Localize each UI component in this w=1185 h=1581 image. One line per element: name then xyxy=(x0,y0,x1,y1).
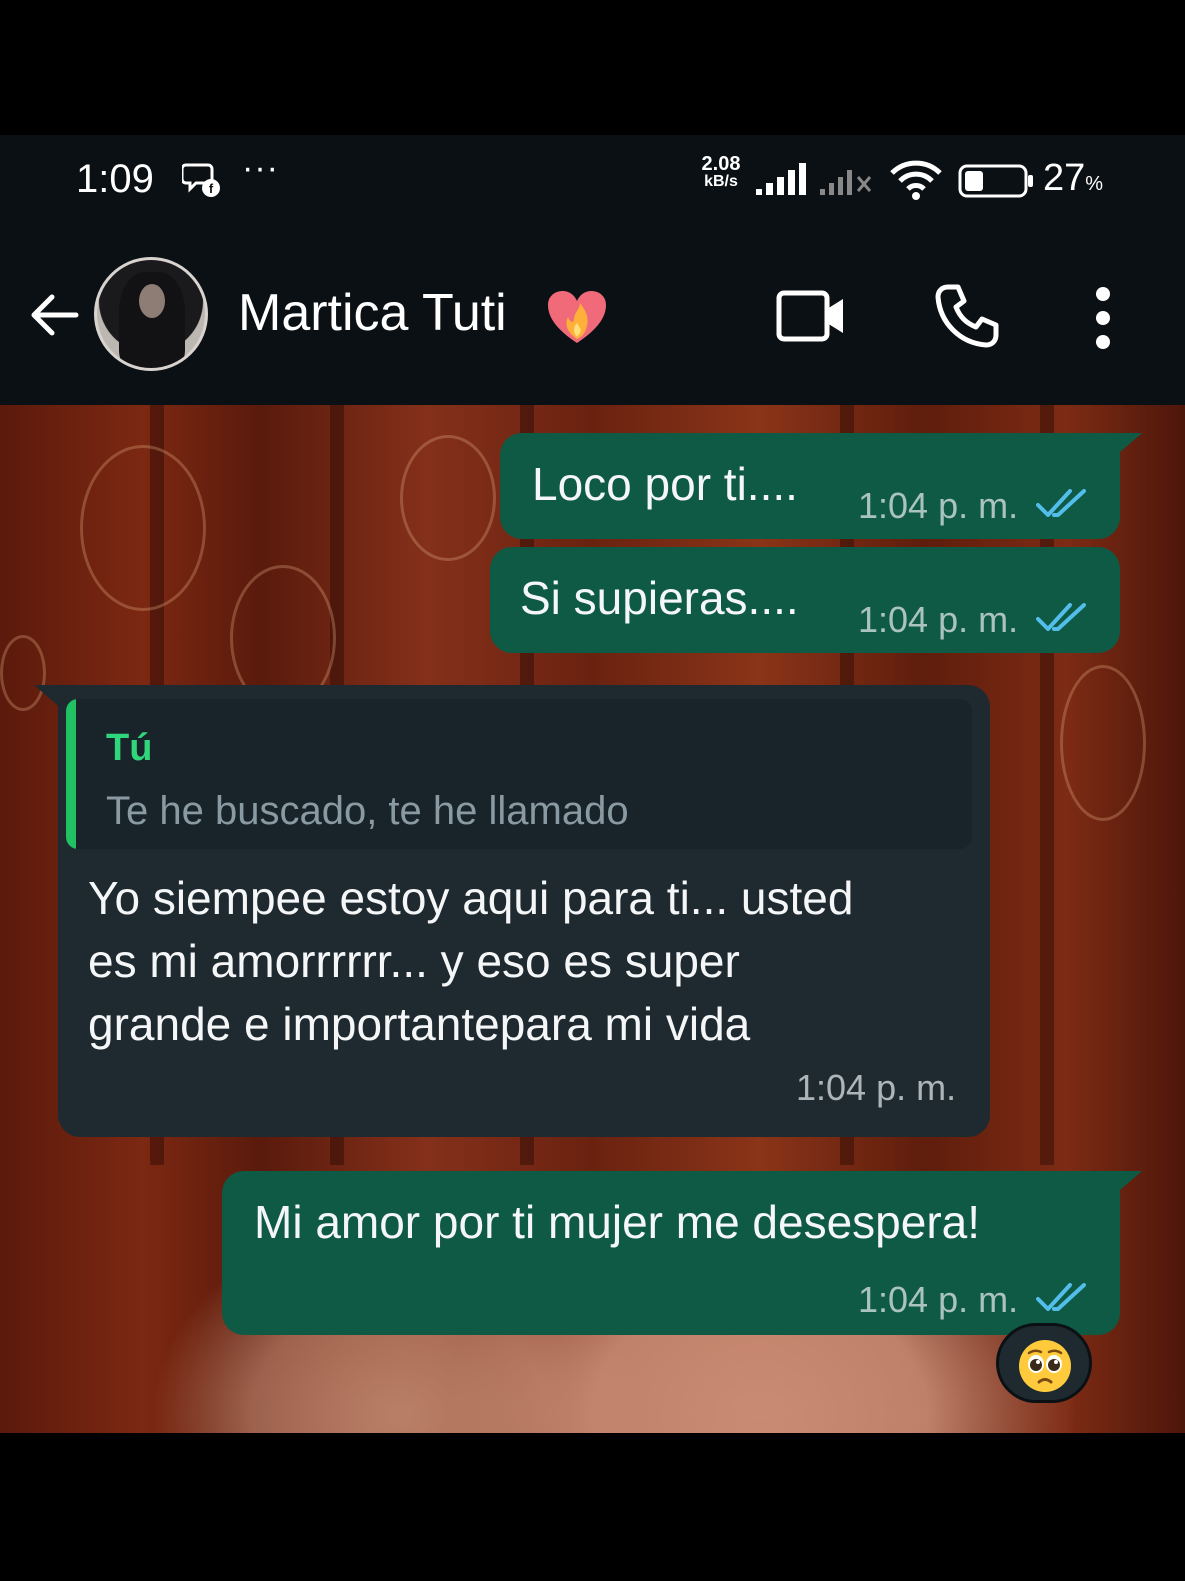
wifi-icon xyxy=(890,160,942,200)
heart-on-fire-icon xyxy=(548,291,606,343)
outgoing-message[interactable]: Loco por ti.... 1:04 p. m. xyxy=(500,433,1120,539)
battery-icon xyxy=(958,164,1033,198)
avatar[interactable] xyxy=(94,257,208,371)
message-text: Si supieras.... xyxy=(520,572,799,624)
message-text: Mi amor por ti mujer me desespera! xyxy=(254,1196,981,1248)
status-time: 1:09 xyxy=(76,157,154,201)
phone-call-icon[interactable] xyxy=(934,283,1000,349)
chat-notification-icon: f xyxy=(182,163,220,197)
read-receipt-icon xyxy=(1036,489,1086,517)
pleading-face-emoji-icon xyxy=(1019,1340,1071,1392)
outgoing-message[interactable]: Si supieras.... 1:04 p. m. xyxy=(490,547,1120,653)
bubble-tail-icon xyxy=(1112,433,1142,459)
message-text: Loco por ti.... xyxy=(532,458,798,510)
quoted-message[interactable]: Tú Te he buscado, te he llamado xyxy=(66,699,972,849)
contact-name[interactable]: Martica Tuti xyxy=(238,283,507,343)
outgoing-message[interactable]: Mi amor por ti mujer me desespera! 1:04 … xyxy=(222,1171,1120,1335)
more-notifications-dots: ··· xyxy=(242,149,279,187)
message-text: Yo siempee estoy aqui para ti... usted e… xyxy=(88,872,854,1050)
status-bar: 1:09 f ··· 2.08 kB/s 27% xyxy=(0,135,1185,225)
bubble-tail-icon xyxy=(1112,1171,1142,1197)
signal-strength-icon xyxy=(756,163,806,195)
more-menu-icon[interactable] xyxy=(1088,285,1118,351)
incoming-message[interactable]: Tú Te he buscado, te he llamado Yo siemp… xyxy=(58,685,990,1137)
signal-no-service-icon xyxy=(820,170,872,195)
message-reaction[interactable] xyxy=(996,1323,1092,1403)
video-call-icon[interactable] xyxy=(776,287,846,345)
message-time: 1:04 p. m. xyxy=(858,485,1019,526)
read-receipt-icon xyxy=(1036,1283,1086,1311)
message-time: 1:04 p. m. xyxy=(796,1067,957,1108)
quoted-author: Tú xyxy=(106,727,153,769)
read-receipt-icon xyxy=(1036,603,1086,631)
message-time: 1:04 p. m. xyxy=(858,599,1019,640)
quoted-text: Te he buscado, te he llamado xyxy=(106,789,629,833)
chat-header: Martica Tuti xyxy=(0,225,1185,405)
chat-messages-area[interactable]: Loco por ti.... 1:04 p. m. Si supieras..… xyxy=(0,405,1185,1433)
network-speed: 2.08 kB/s xyxy=(701,153,741,190)
message-time: 1:04 p. m. xyxy=(858,1279,1019,1320)
bottom-letterbox xyxy=(0,1433,1185,1581)
back-arrow-icon[interactable] xyxy=(26,287,82,343)
battery-percent: 27% xyxy=(1043,157,1104,199)
svg-text:f: f xyxy=(209,181,214,196)
